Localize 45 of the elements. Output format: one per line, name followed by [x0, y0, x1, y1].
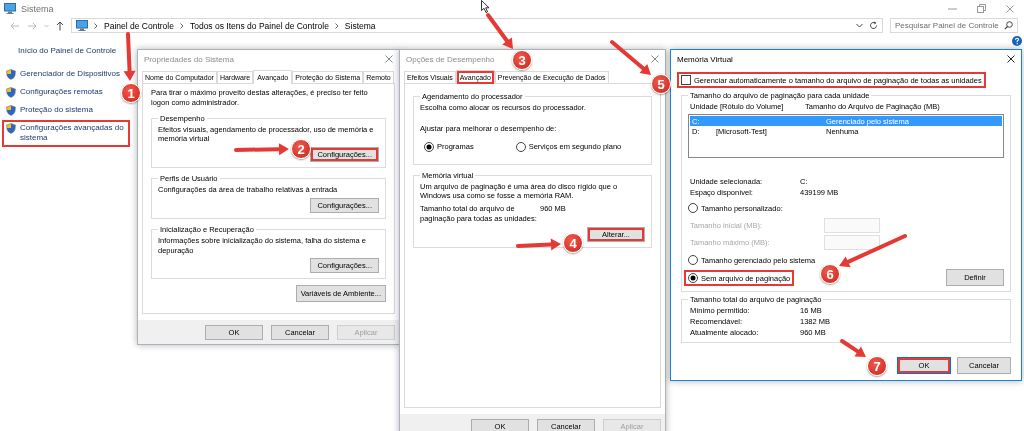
chevron-icon [94, 22, 98, 29]
chevron-icon [334, 22, 339, 29]
arrow [123, 32, 136, 81]
help-icon[interactable] [1012, 36, 1022, 46]
monitor-icon [76, 20, 88, 31]
radio-button[interactable] [688, 273, 698, 283]
dialog-title: Opções de Desempenho [406, 54, 495, 64]
arrow [234, 143, 289, 156]
arrow [839, 234, 907, 268]
dropdown-caret-icon[interactable] [856, 23, 863, 28]
radio-button[interactable] [688, 203, 698, 213]
up-arrow-icon[interactable] [56, 20, 64, 31]
sidebar-link[interactable]: Início do Painel de Controle [18, 46, 117, 55]
dialog-title: Memória Virtual [677, 54, 733, 64]
arrow [486, 13, 513, 49]
breadcrumb-item[interactable]: Sistema [344, 20, 376, 31]
search-icon[interactable] [1004, 21, 1013, 30]
sidebar-link[interactable]: Configurações remotas [2, 84, 107, 101]
radio-button[interactable] [424, 141, 434, 152]
arrow [610, 40, 651, 75]
monitor-icon [4, 3, 16, 14]
sidebar-link[interactable]: Configurações avançadas do sistema [2, 120, 130, 147]
checkbox[interactable] [681, 75, 691, 85]
radio-button[interactable] [688, 255, 698, 265]
step-badge: 1 [121, 83, 141, 103]
address-bar[interactable]: Painel de Controle Todos os Itens do Painel de Controle Sistema [71, 18, 883, 33]
close-icon[interactable] [1007, 55, 1015, 63]
sidebar-link[interactable]: Gerenciador de Dispositivos [2, 66, 125, 83]
dialog-title: Propriedades do Sistema [144, 54, 234, 64]
arrow [516, 238, 561, 251]
refresh-icon[interactable] [869, 21, 878, 30]
radio-button[interactable] [515, 141, 526, 152]
shield-icon [6, 123, 16, 134]
arrow [840, 339, 866, 357]
maximize-icon[interactable] [977, 4, 986, 13]
cursor-icon [481, 0, 490, 13]
breadcrumb-item[interactable]: Painel de Controle [104, 20, 174, 31]
shield-icon [6, 87, 16, 98]
shield-icon [6, 105, 16, 116]
sidebar-link[interactable]: Proteção do sistema [2, 102, 97, 119]
window-title: Sistema [21, 3, 54, 14]
shield-icon [6, 69, 16, 80]
search-field[interactable]: Pesquisar Painel de Controle [890, 18, 1018, 33]
breadcrumb-item[interactable]: Todos os Itens do Painel de Controle [189, 20, 329, 31]
chevron-icon [179, 22, 184, 29]
